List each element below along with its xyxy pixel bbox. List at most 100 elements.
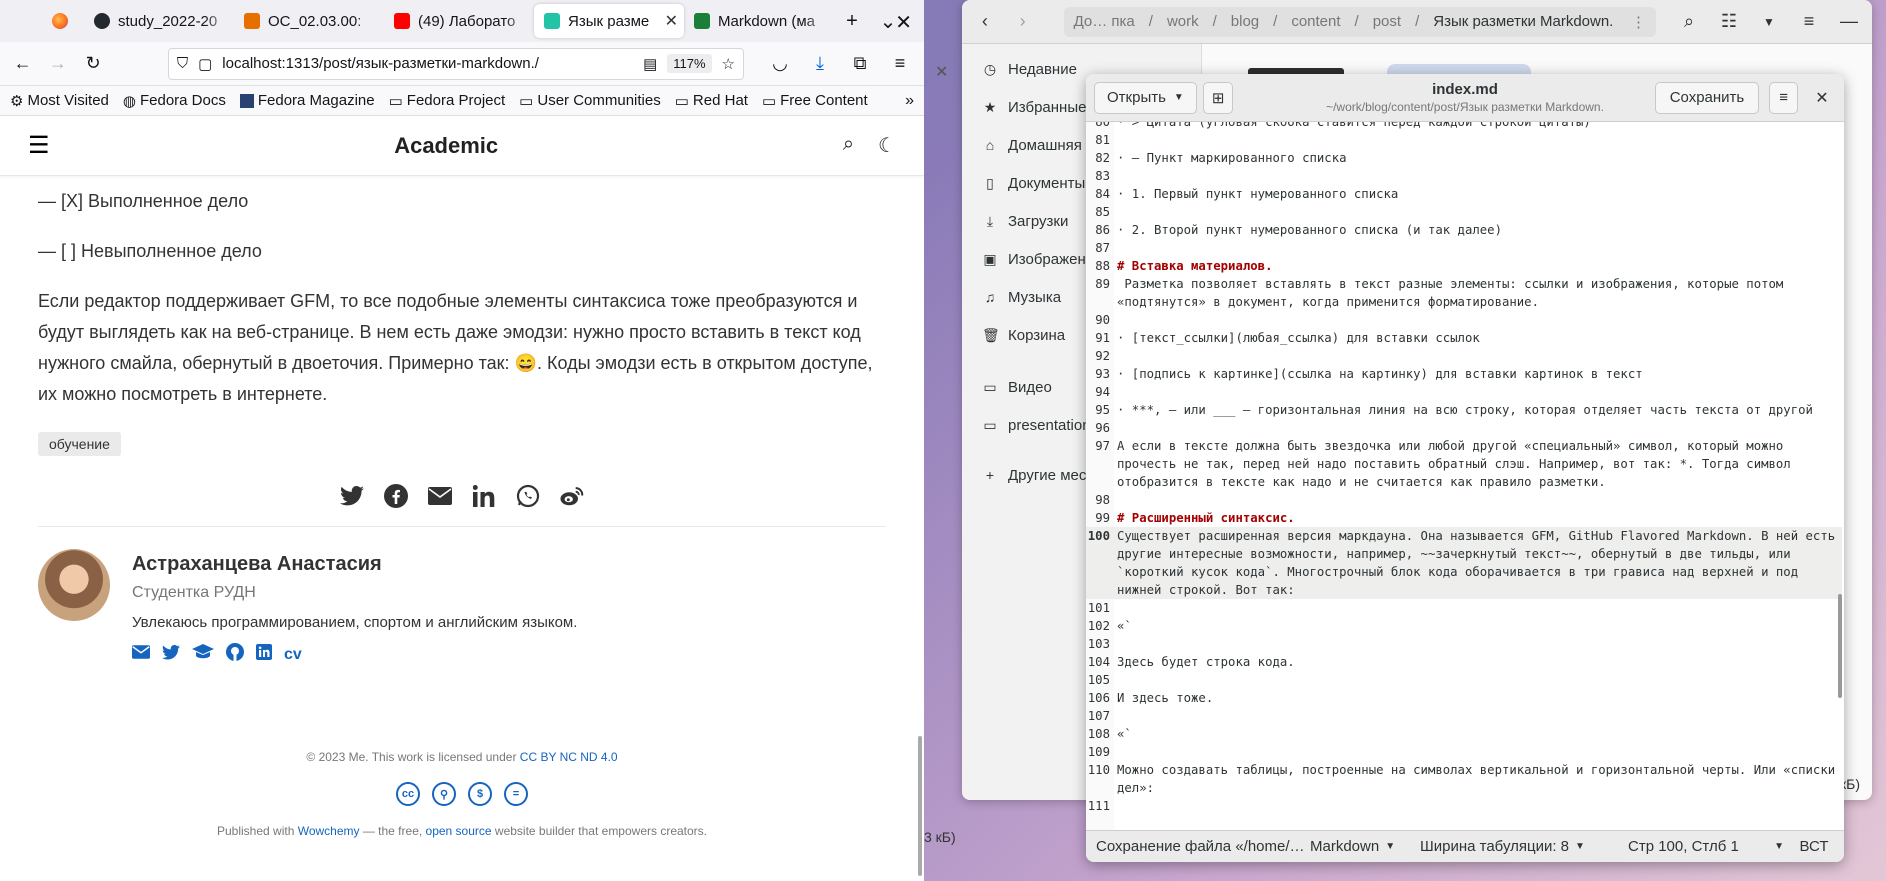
breadcrumb-item[interactable]: content: [1291, 13, 1340, 30]
email-icon[interactable]: [132, 645, 150, 664]
forward-button[interactable]: →: [43, 48, 72, 80]
tab-os[interactable]: ОС_02.03.00:: [234, 4, 384, 38]
url-text[interactable]: localhost:1313/post/язык-разметки-markdo…: [222, 55, 633, 72]
window-close-icon[interactable]: ✕: [895, 10, 912, 35]
breadcrumb-item[interactable]: post: [1373, 13, 1401, 30]
line-text[interactable]: [1114, 383, 1842, 401]
tab-markdown[interactable]: Markdown (ма: [684, 4, 834, 38]
save-button[interactable]: Сохранить: [1654, 81, 1760, 114]
editor-line[interactable]: 94: [1086, 383, 1842, 401]
editor-line[interactable]: 89 Разметка позволяет вставлять в текст …: [1086, 275, 1842, 311]
breadcrumb-item[interactable]: blog: [1231, 13, 1259, 30]
line-text[interactable]: · > Цитата (угловая скобка ставится пере…: [1114, 122, 1842, 131]
line-text[interactable]: Здесь будет строка кода.: [1114, 653, 1842, 671]
bookmark-red-hat[interactable]: ▭ Red Hat: [675, 92, 748, 110]
twitter-icon[interactable]: [340, 484, 364, 508]
editor-line[interactable]: 96: [1086, 419, 1842, 437]
pocket-icon[interactable]: ◡: [764, 48, 796, 80]
bookmark-star-icon[interactable]: ☆: [722, 55, 735, 73]
url-bar[interactable]: ⛉ ▢ localhost:1313/post/язык-разметки-ma…: [167, 47, 744, 80]
editor-line[interactable]: 109: [1086, 743, 1842, 761]
editor-scrollbar[interactable]: [1838, 594, 1842, 698]
author-name[interactable]: Астраханцева Анастасия: [132, 553, 577, 576]
line-text[interactable]: [1114, 707, 1842, 725]
tab-github[interactable]: study_2022-20: [84, 4, 234, 38]
editor-line[interactable]: 90: [1086, 311, 1842, 329]
dark-mode-moon-icon[interactable]: ☾: [878, 133, 896, 158]
wowchemy-link[interactable]: Wowchemy: [298, 824, 360, 838]
files-forward-button[interactable]: ›: [1006, 5, 1040, 39]
back-button[interactable]: ←: [8, 48, 37, 80]
editor-menu-icon[interactable]: ≡: [1769, 81, 1798, 114]
line-text[interactable]: [1114, 167, 1842, 185]
line-text[interactable]: [1114, 491, 1842, 509]
line-text[interactable]: Разметка позволяет вставлять в текст раз…: [1114, 275, 1842, 311]
bookmark-user-communities[interactable]: ▭ User Communities: [519, 92, 661, 110]
menu-icon[interactable]: ≡: [884, 48, 916, 80]
zoom-level[interactable]: 117%: [667, 54, 712, 73]
site-title[interactable]: Academic: [394, 133, 498, 159]
extensions-icon[interactable]: ⧉: [844, 48, 876, 80]
breadcrumb-menu-icon[interactable]: ⋮: [1631, 13, 1646, 31]
shield-icon[interactable]: ⛉: [177, 55, 188, 72]
page-scrollbar[interactable]: [918, 736, 922, 876]
line-text[interactable]: «`: [1114, 617, 1842, 635]
whatsapp-icon[interactable]: [516, 484, 540, 508]
line-text[interactable]: · 2. Второй пункт нумерованного списка (…: [1114, 221, 1842, 239]
editor-line[interactable]: 92: [1086, 347, 1842, 365]
editor-line[interactable]: 101: [1086, 599, 1842, 617]
line-text[interactable]: · — Пункт маркированного списка: [1114, 149, 1842, 167]
line-text[interactable]: # Расширенный синтаксис.: [1114, 509, 1842, 527]
linkedin-icon[interactable]: [256, 644, 272, 665]
editor-line[interactable]: 93 · [подпись к картинке](ссылка на карти…: [1086, 365, 1842, 383]
open-source-link[interactable]: open source: [426, 824, 492, 838]
editor-line[interactable]: 91 · [текст_ссылки](любая_ссылка) для вст…: [1086, 329, 1842, 347]
line-text[interactable]: [1114, 239, 1842, 257]
line-text[interactable]: [1114, 131, 1842, 149]
editor-line[interactable]: 110 Можно создавать таблицы, построенные …: [1086, 761, 1842, 797]
line-text[interactable]: Можно создавать таблицы, построенные на …: [1114, 761, 1842, 797]
editor-line[interactable]: 106 И здесь тоже.: [1086, 689, 1842, 707]
editor-line[interactable]: 99 # Расширенный синтаксис.: [1086, 509, 1842, 527]
editor-line[interactable]: 80 · > Цитата (угловая скобка ставится пе…: [1086, 122, 1842, 131]
twitter-icon[interactable]: [162, 644, 180, 665]
editor-line[interactable]: 84 · 1. Первый пункт нумерованного списка: [1086, 185, 1842, 203]
breadcrumb-item[interactable]: work: [1167, 13, 1199, 30]
editor-line[interactable]: 104 Здесь будет строка кода.: [1086, 653, 1842, 671]
line-text[interactable]: [1114, 203, 1842, 221]
files-back-button[interactable]: ‹: [968, 5, 1002, 39]
line-text[interactable]: [1114, 671, 1842, 689]
line-text[interactable]: [1114, 743, 1842, 761]
bookmark-fedora-project[interactable]: ▭ Fedora Project: [389, 92, 506, 110]
view-options-chevron-icon[interactable]: ▼: [1752, 5, 1786, 39]
line-text[interactable]: Существует расширенная версия маркдауна.…: [1114, 527, 1842, 599]
line-text[interactable]: [1114, 599, 1842, 617]
line-text[interactable]: «`: [1114, 725, 1842, 743]
line-text[interactable]: [1114, 347, 1842, 365]
cursor-position[interactable]: Стр 100, Стлб 1 ▼: [1628, 838, 1784, 855]
notification-close-icon[interactable]: ✕: [935, 62, 948, 82]
new-tab-button[interactable]: ⊞: [1202, 81, 1234, 114]
editor-line[interactable]: 87: [1086, 239, 1842, 257]
facebook-icon[interactable]: [384, 484, 408, 508]
editor-line[interactable]: 97 А если в тексте должна быть звездочка …: [1086, 437, 1842, 491]
text-view[interactable]: 80 · > Цитата (угловая скобка ставится пе…: [1086, 122, 1844, 830]
breadcrumb-item[interactable]: До… пка: [1074, 13, 1135, 30]
line-text[interactable]: [1114, 635, 1842, 653]
list-view-icon[interactable]: ☷: [1712, 5, 1746, 39]
page-info-icon[interactable]: ▢: [198, 55, 212, 73]
tab-close-icon[interactable]: ✕: [665, 11, 678, 31]
line-text[interactable]: [1114, 797, 1842, 815]
firefox-view-icon[interactable]: [52, 13, 68, 29]
bookmark-fedora-magazine[interactable]: Fedora Magazine: [239, 92, 375, 109]
editor-line[interactable]: 108 «`: [1086, 725, 1842, 743]
bookmark-fedora-docs[interactable]: ◍ Fedora Docs: [123, 92, 226, 110]
editor-line[interactable]: 82 · — Пункт маркированного списка: [1086, 149, 1842, 167]
files-search-icon[interactable]: ⌕: [1672, 5, 1706, 39]
editor-line[interactable]: 111: [1086, 797, 1842, 815]
hamburger-menu-icon[interactable]: ☰: [28, 131, 50, 160]
editor-line[interactable]: 86 · 2. Второй пункт нумерованного списка…: [1086, 221, 1842, 239]
line-text[interactable]: · ***, — или ___ — горизонтальная линия …: [1114, 401, 1842, 419]
insert-mode[interactable]: ВСТ: [1784, 838, 1844, 855]
open-button[interactable]: Открыть ▼: [1094, 81, 1197, 114]
